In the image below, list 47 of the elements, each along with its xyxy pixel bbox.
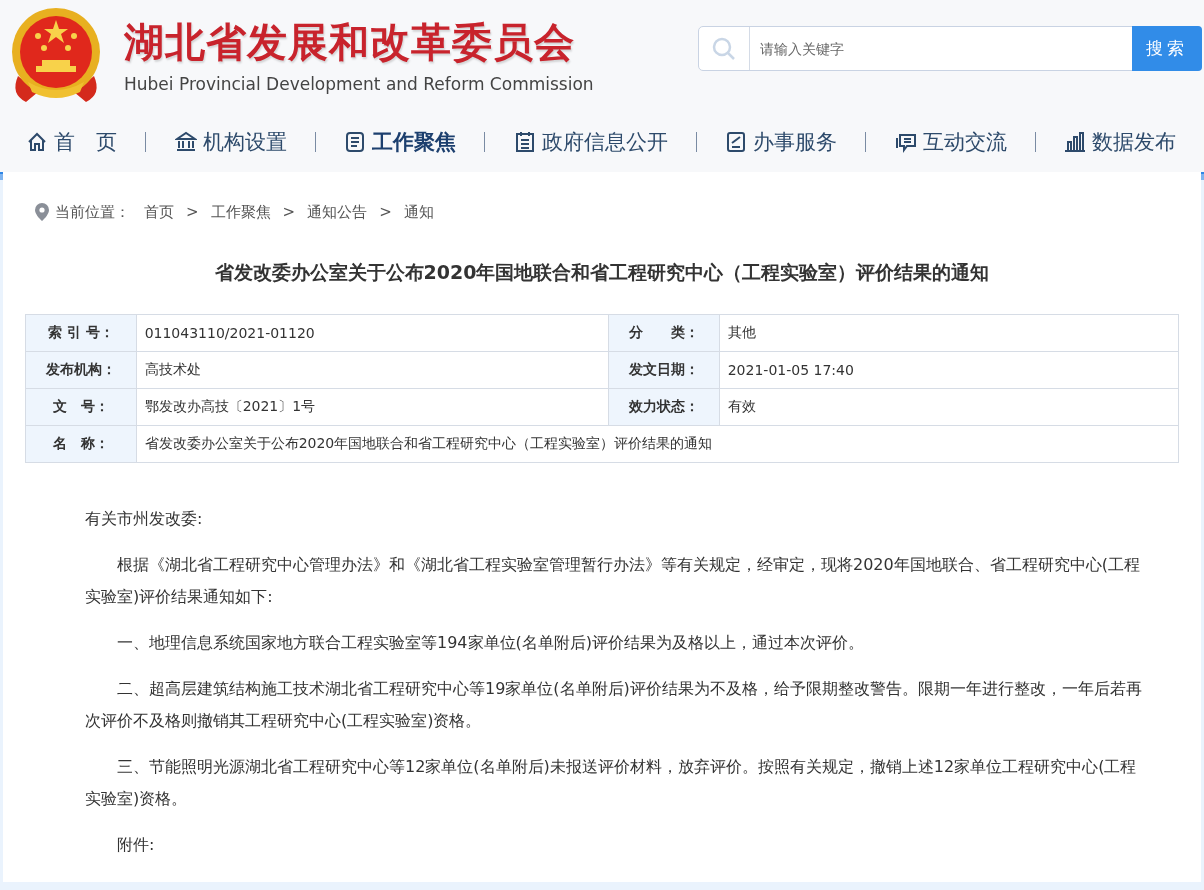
nav-item[interactable]: 首 页 (26, 128, 117, 156)
info-value: 省发改委办公室关于公布2020年国地联合和省工程研究中心（工程实验室）评价结果的通知 (136, 425, 1179, 463)
site-subtitle: Hubei Provincial Development and Reform Commission (124, 74, 594, 94)
info-value: 有效 (719, 388, 1179, 426)
info-value: 其他 (719, 314, 1179, 352)
nav-item[interactable]: 政府信息公开 (513, 128, 668, 156)
info-label: 发文日期： (608, 351, 720, 389)
body-paragraph: 附件: (116, 834, 156, 856)
site-title: 湖北省发展和改革委员会 (124, 18, 576, 66)
nav-icon (344, 131, 366, 153)
body-paragraph: 根据《湖北省工程研究中心管理办法》和《湖北省工程实验室管理暂行办法》等有关规定，经审定，现将2020年国地联合、省工程研究中心(工程实验室)评价结果通知如下: (85, 554, 1141, 608)
breadcrumb-link[interactable]: 工作聚焦 (210, 202, 271, 222)
breadcrumb-link[interactable]: 通知公告 (307, 202, 368, 222)
nav-item[interactable]: 互动交流 (894, 128, 1007, 156)
nav-icon (725, 131, 747, 153)
body-paragraph: 一、地理信息系统国家地方联合工程实验室等194家单位(名单附后)评价结果为及格以上，通过本次评价。 (116, 632, 866, 654)
info-label: 分 类： (608, 314, 720, 352)
breadcrumb-link[interactable]: 通知 (403, 202, 434, 222)
search-icon (711, 35, 737, 62)
info-label: 文 号： (25, 388, 137, 426)
info-label: 索 引 号： (25, 314, 137, 352)
breadcrumb-label: 当前位置： (55, 202, 130, 222)
nav-item[interactable]: 办事服务 (725, 128, 837, 156)
nav-icon (174, 131, 197, 153)
body-paragraph: 二、超高层建筑结构施工技术湖北省工程研究中心等19家单位(名单附后)评价结果为不及格，给予限期整改警告。限期一年进行整改，一年后若再次评价不及格则撤销其工程研究中心(工程实验室)资格。 (85, 678, 1143, 732)
nav-icon (1064, 131, 1086, 153)
breadcrumb-separator: > (186, 203, 199, 221)
info-label: 效力状态： (608, 388, 720, 426)
nav-icon (26, 131, 48, 153)
article-title: 省发改委办公室关于公布2020年国地联合和省工程研究中心（工程实验室）评价结果的通知 (213, 260, 991, 285)
location-pin-icon (35, 203, 49, 221)
nav-icon (513, 131, 536, 153)
info-label: 发布机构： (25, 351, 137, 389)
info-label: 名 称： (25, 425, 137, 463)
info-value: 鄂发改办高技〔2021〕1号 (136, 388, 609, 426)
salutation-text: 有关市州发改委: (85, 508, 204, 530)
breadcrumb-separator: > (282, 203, 296, 221)
nav-icon (894, 131, 917, 153)
body-paragraph: 三、节能照明光源湖北省工程研究中心等12家单位(名单附后)未报送评价材料，放弃评价。按照有关规定，撤销上述12家单位工程研究中心(工程实验室)资格。 (85, 756, 1138, 810)
info-value: 011043110/2021-01120 (136, 314, 609, 352)
nav-item[interactable]: 数据发布 (1064, 128, 1176, 156)
nav-item[interactable]: 机构设置 (174, 128, 287, 156)
breadcrumb-link[interactable]: 首页 (144, 202, 174, 222)
nav-item[interactable]: 工作聚焦 (344, 128, 456, 156)
info-value: 高技术处 (136, 351, 609, 389)
breadcrumb-separator: > (379, 203, 392, 221)
info-value: 2021-01-05 17:40 (719, 351, 1179, 389)
